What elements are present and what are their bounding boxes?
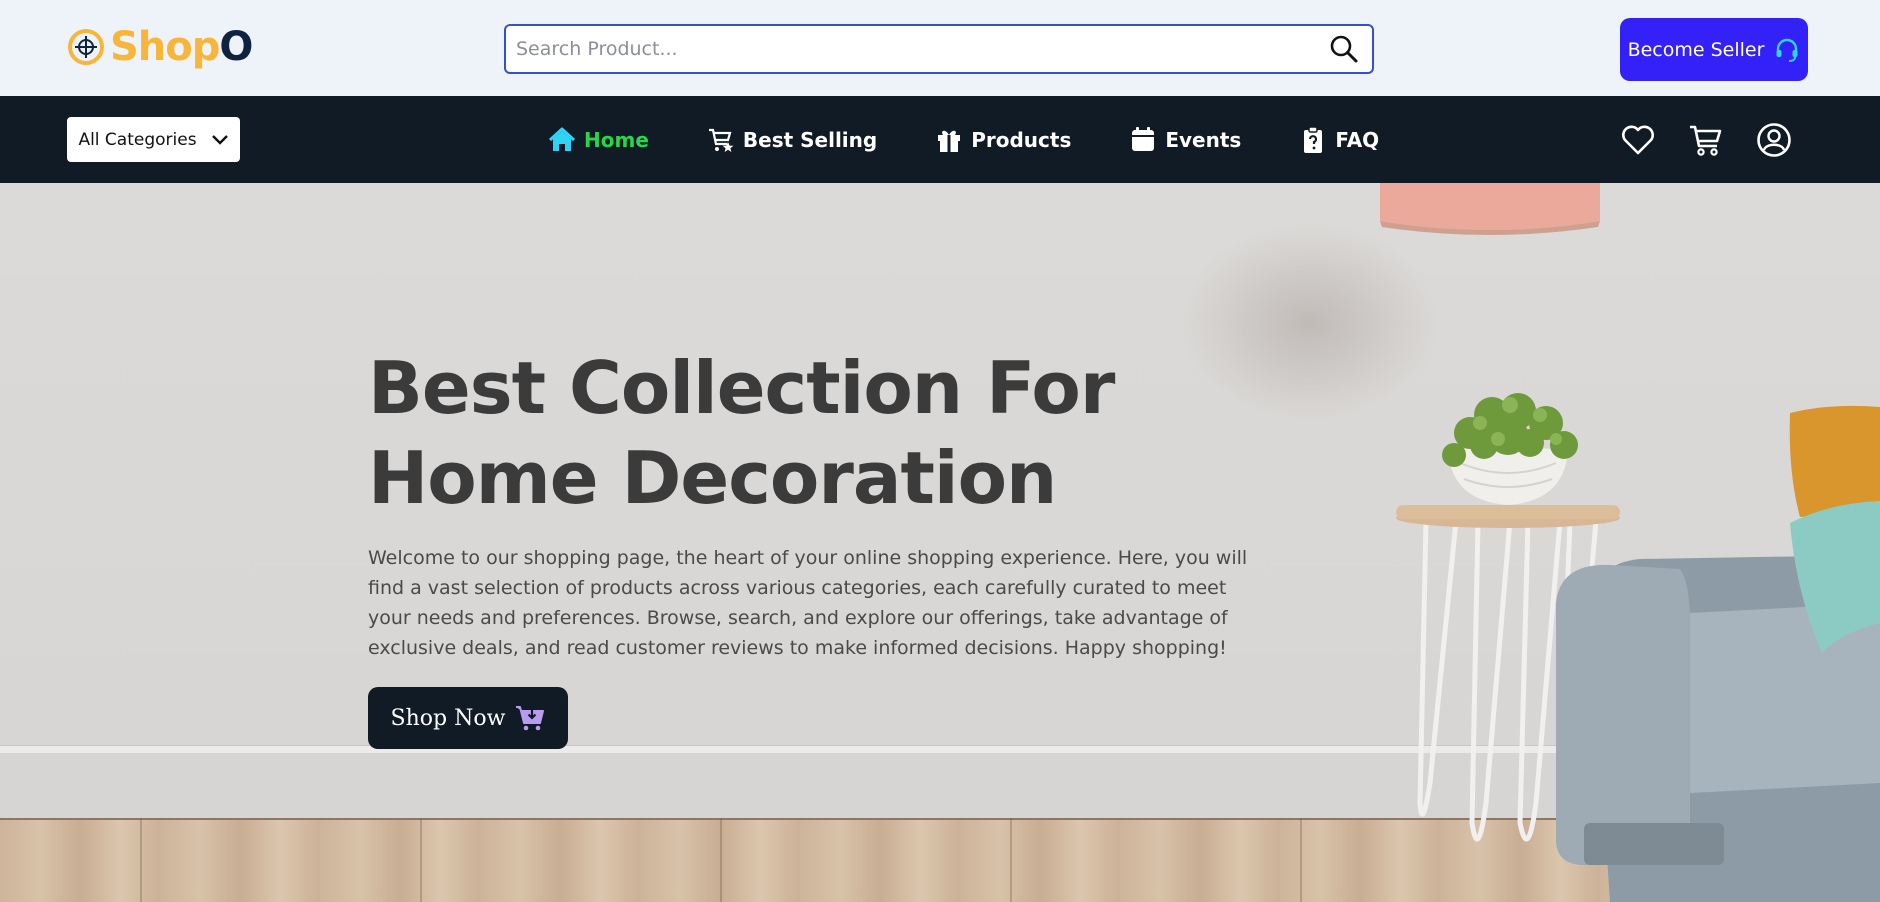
nav-item-best-selling[interactable]: Best Selling: [707, 126, 877, 154]
all-categories-label: All Categories: [78, 129, 197, 150]
logo-target-icon: [66, 27, 106, 67]
hero-title: Best Collection For Home Decoration: [368, 343, 1128, 523]
clipboard-question-icon: [1299, 125, 1327, 154]
nav-item-label: Home: [584, 127, 649, 152]
nav-item-label: FAQ: [1335, 127, 1380, 152]
logo[interactable]: ShopO: [66, 24, 253, 70]
nav-item-products[interactable]: Products: [935, 126, 1071, 154]
home-icon: [548, 126, 576, 154]
search-icon[interactable]: [1316, 26, 1372, 72]
nav-item-label: Events: [1165, 127, 1242, 152]
nav-item-label: Products: [971, 127, 1072, 152]
nav-item-home[interactable]: Home: [548, 126, 649, 154]
nav-actions: [1620, 96, 1792, 183]
furniture-illustration: [1380, 183, 1880, 902]
all-categories-dropdown[interactable]: All Categories: [67, 117, 240, 162]
logo-text-o: O: [219, 24, 253, 70]
hero-title-line2: Home Decoration: [368, 436, 1057, 520]
cart-star-icon: [707, 126, 735, 154]
headset-icon: [1774, 37, 1800, 63]
logo-text: ShopO: [110, 24, 253, 70]
logo-text-shop: Shop: [110, 24, 220, 70]
hero-description: Welcome to our shopping page, the heart …: [368, 547, 1248, 659]
become-seller-button[interactable]: Become Seller: [1620, 18, 1808, 81]
user-icon[interactable]: [1756, 122, 1792, 158]
floor-plank-line: [1300, 818, 1302, 902]
cart-download-icon: [515, 704, 545, 732]
nav-item-faq[interactable]: FAQ: [1299, 125, 1380, 154]
search-bar: [504, 24, 1374, 74]
chevron-down-icon: [211, 134, 229, 146]
floor-plank-line: [140, 818, 142, 902]
search-input[interactable]: [506, 26, 1316, 72]
gift-icon: [935, 126, 963, 154]
shop-now-label: Shop Now: [390, 705, 506, 731]
nav-item-label: Best Selling: [742, 127, 878, 152]
hero-banner: Best Collection For Home Decoration Welc…: [0, 183, 1880, 902]
main-navbar: All Categories Home Best Selling Product…: [0, 96, 1880, 183]
top-header: ShopO Become Seller: [0, 0, 1880, 96]
heart-icon[interactable]: [1620, 122, 1656, 158]
nav-links: Home Best Selling Products Events FAQ: [548, 96, 1437, 183]
hero-title-line1: Best Collection For: [368, 346, 1115, 430]
floor-plank-line: [420, 818, 422, 902]
floor-plank-line: [720, 818, 722, 902]
nav-item-events[interactable]: Events: [1129, 126, 1241, 154]
cart-icon[interactable]: [1688, 122, 1724, 158]
calendar-icon: [1129, 126, 1157, 154]
floor-plank-line: [1010, 818, 1012, 902]
shop-now-button[interactable]: Shop Now: [368, 687, 568, 749]
become-seller-label: Become Seller: [1627, 38, 1765, 61]
